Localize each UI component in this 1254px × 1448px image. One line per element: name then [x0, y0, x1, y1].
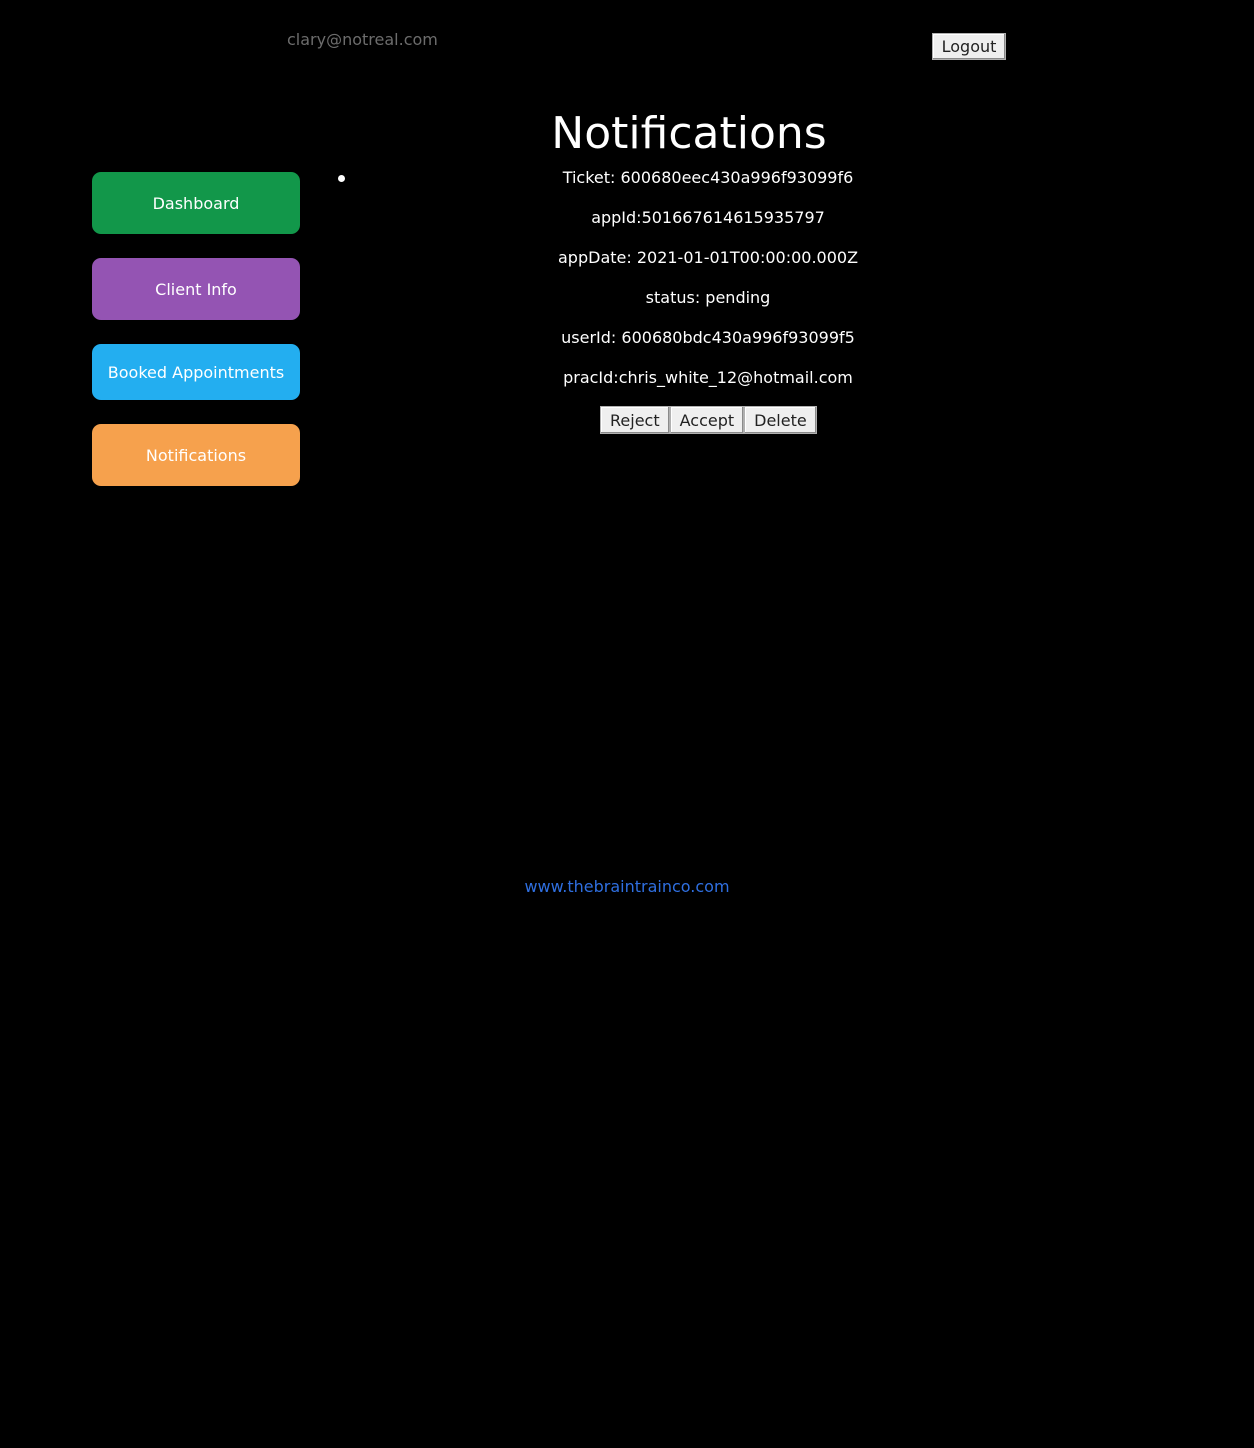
accept-button[interactable]: Accept — [669, 406, 745, 434]
sidebar-item-dashboard[interactable]: Dashboard — [92, 172, 300, 234]
footer-website-link[interactable]: www.thebraintrainco.com — [0, 877, 1254, 896]
page-title: Notifications — [551, 108, 827, 159]
delete-button[interactable]: Delete — [744, 406, 817, 434]
notification-user-id: userId: 600680bdc430a996f93099f5 — [561, 328, 855, 347]
notification-status: status: pending — [645, 288, 771, 307]
page: clary@notreal.com Logout Notifications D… — [0, 0, 1254, 1448]
notification-actions: Reject Accept Delete — [600, 406, 817, 434]
user-email: clary@notreal.com — [287, 30, 438, 49]
logout-button[interactable]: Logout — [932, 33, 1006, 60]
sidebar-item-booked-appointments[interactable]: Booked Appointments — [92, 344, 300, 400]
notification-app-id: appId:501667614615935797 — [591, 208, 825, 227]
list-bullet-icon — [338, 175, 345, 182]
sidebar-item-client-info[interactable]: Client Info — [92, 258, 300, 320]
notification-app-date: appDate: 2021-01-01T00:00:00.000Z — [558, 248, 859, 267]
reject-button[interactable]: Reject — [600, 406, 670, 434]
sidebar-item-notifications[interactable]: Notifications — [92, 424, 300, 486]
notification-prac-id: pracId:chris_white_12@hotmail.com — [563, 368, 853, 387]
notification-ticket: Ticket: 600680eec430a996f93099f6 — [562, 168, 854, 187]
